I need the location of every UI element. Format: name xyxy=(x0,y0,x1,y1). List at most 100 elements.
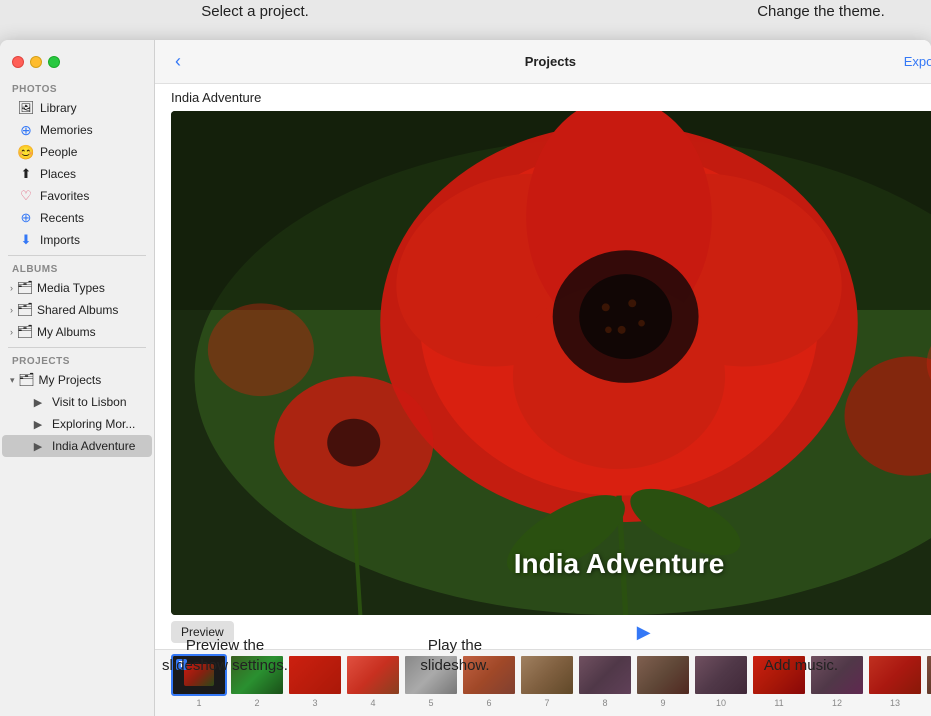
exploringmor-icon: ▶ xyxy=(30,416,46,432)
film-slide-11[interactable]: 11 xyxy=(751,654,807,708)
export-button[interactable]: Export xyxy=(904,54,931,69)
background-svg xyxy=(171,111,931,615)
sidebar-label-places: Places xyxy=(40,167,76,181)
film-thumb-14[interactable] xyxy=(925,654,931,696)
chevron-icon-3: › xyxy=(10,327,13,337)
film-slide-14[interactable]: 14 xyxy=(925,654,931,708)
sidebar-label-favorites: Favorites xyxy=(40,189,89,203)
app-window: Photos 🖼 Library ⊕ Memories 😊 People ⬆ P… xyxy=(0,40,931,716)
sidebar-item-exploringmor[interactable]: ▶ Exploring Mor... xyxy=(2,413,152,435)
film-thumb-9[interactable] xyxy=(635,654,691,696)
film-slide-7[interactable]: 7 xyxy=(519,654,575,708)
myprojects-icon: 🗂 xyxy=(19,372,35,388)
photos-section-label: Photos xyxy=(0,80,154,97)
play-button[interactable]: ▶ xyxy=(637,622,651,643)
sidebar-item-recents[interactable]: ⊕ Recents xyxy=(2,207,152,229)
film-slide-2[interactable]: 2 xyxy=(229,654,285,708)
sidebar-label-myprojects: My Projects xyxy=(39,373,102,387)
slide-num-9: 9 xyxy=(660,698,665,708)
sidebar-item-visitlisbon[interactable]: ▶ Visit to Lisbon xyxy=(2,391,152,413)
sidebar-item-myalbums[interactable]: › 🗂 My Albums xyxy=(2,321,152,343)
film-slide-5[interactable]: 5 xyxy=(403,654,459,708)
main-content: ‹ Projects Export 🔍 India Adventure 44 s… xyxy=(155,40,931,716)
sidebar-item-library[interactable]: 🖼 Library xyxy=(2,97,152,119)
sidebar-item-sharedalbums[interactable]: › 🗂 Shared Albums xyxy=(2,299,152,321)
film-slide-13[interactable]: 13 xyxy=(867,654,923,708)
film-thumb-7[interactable] xyxy=(519,654,575,696)
sidebar-item-indiaadventure[interactable]: ▶ India Adventure xyxy=(2,435,152,457)
title-badge: T xyxy=(176,659,187,670)
places-icon: ⬆ xyxy=(18,166,34,182)
sidebar-item-people[interactable]: 😊 People xyxy=(2,141,152,163)
film-slide-4[interactable]: 4 xyxy=(345,654,401,708)
sidebar-label-memories: Memories xyxy=(40,123,93,137)
slide-num-8: 8 xyxy=(602,698,607,708)
minimize-button[interactable] xyxy=(30,56,42,68)
slide-num-6: 6 xyxy=(486,698,491,708)
imports-icon: ⬇ xyxy=(18,232,34,248)
sidebar-label-imports: Imports xyxy=(40,233,80,247)
film-thumb-3[interactable] xyxy=(287,654,343,696)
chevron-icon-4: ▾ xyxy=(10,375,15,386)
film-slide-10[interactable]: 10 xyxy=(693,654,749,708)
mediatypes-icon: 🗂 xyxy=(17,280,33,296)
sidebar-item-imports[interactable]: ⬇ Imports xyxy=(2,229,152,251)
back-button[interactable]: ‹ xyxy=(171,51,185,72)
sidebar-label-mediatypes: Media Types xyxy=(37,281,105,295)
film-thumb-1[interactable]: T xyxy=(171,654,227,696)
sidebar-item-memories[interactable]: ⊕ Memories xyxy=(2,119,152,141)
myalbums-icon: 🗂 xyxy=(17,324,33,340)
sidebar-item-myprojects[interactable]: ▾ 🗂 My Projects xyxy=(2,369,152,391)
sidebar: Photos 🖼 Library ⊕ Memories 😊 People ⬆ P… xyxy=(0,40,155,716)
close-button[interactable] xyxy=(12,56,24,68)
traffic-lights xyxy=(0,48,154,80)
project-title: India Adventure xyxy=(171,90,261,105)
sidebar-label-people: People xyxy=(40,145,77,159)
slide-num-4: 4 xyxy=(370,698,375,708)
visitlisbon-icon: ▶ xyxy=(30,394,46,410)
sidebar-label-indiaadventure: India Adventure xyxy=(52,439,135,453)
film-thumb-5[interactable] xyxy=(403,654,459,696)
slide-num-13: 13 xyxy=(890,698,900,708)
slide-num-2: 2 xyxy=(254,698,259,708)
film-thumb-13[interactable] xyxy=(867,654,923,696)
main-image-area: India Adventure xyxy=(171,111,931,615)
memories-icon: ⊕ xyxy=(18,122,34,138)
slide-num-3: 3 xyxy=(312,698,317,708)
chevron-icon: › xyxy=(10,283,13,293)
film-thumb-2[interactable] xyxy=(229,654,285,696)
slide-num-12: 12 xyxy=(832,698,842,708)
project-header: India Adventure 44 slides · 2:38m xyxy=(155,84,931,111)
film-slide-1[interactable]: T 1 xyxy=(171,654,227,708)
film-slide-12[interactable]: 12 xyxy=(809,654,865,708)
chevron-icon-2: › xyxy=(10,305,13,315)
indiaadventure-icon: ▶ xyxy=(30,438,46,454)
film-thumb-8[interactable] xyxy=(577,654,633,696)
preview-button[interactable]: Preview xyxy=(171,621,234,643)
film-slide-8[interactable]: 8 xyxy=(577,654,633,708)
fullscreen-button[interactable] xyxy=(48,56,60,68)
film-slide-3[interactable]: 3 xyxy=(287,654,343,708)
sidebar-item-places[interactable]: ⬆ Places xyxy=(2,163,152,185)
slide-num-5: 5 xyxy=(428,698,433,708)
slide-num-10: 10 xyxy=(716,698,726,708)
sidebar-item-favorites[interactable]: ♡ Favorites xyxy=(2,185,152,207)
slide-num-7: 7 xyxy=(544,698,549,708)
albums-section-label: Albums xyxy=(0,260,154,277)
sidebar-item-mediatypes[interactable]: › 🗂 Media Types xyxy=(2,277,152,299)
film-thumb-10[interactable] xyxy=(693,654,749,696)
film-slide-6[interactable]: 6 xyxy=(461,654,517,708)
separator-2 xyxy=(8,347,146,348)
film-thumb-12[interactable] xyxy=(809,654,865,696)
sidebar-label-exploringmor: Exploring Mor... xyxy=(52,417,135,431)
select-project-annotation: Select a project. xyxy=(155,2,355,22)
library-icon: 🖼 xyxy=(18,100,34,116)
change-theme-annotation: Change the theme. xyxy=(741,2,901,22)
film-thumb-6[interactable] xyxy=(461,654,517,696)
film-thumb-11[interactable] xyxy=(751,654,807,696)
toolbar: ‹ Projects Export 🔍 xyxy=(155,40,931,84)
bottom-controls: Preview ▶ ↻ xyxy=(155,615,931,649)
people-icon: 😊 xyxy=(18,144,34,160)
film-slide-9[interactable]: 9 xyxy=(635,654,691,708)
film-thumb-4[interactable] xyxy=(345,654,401,696)
